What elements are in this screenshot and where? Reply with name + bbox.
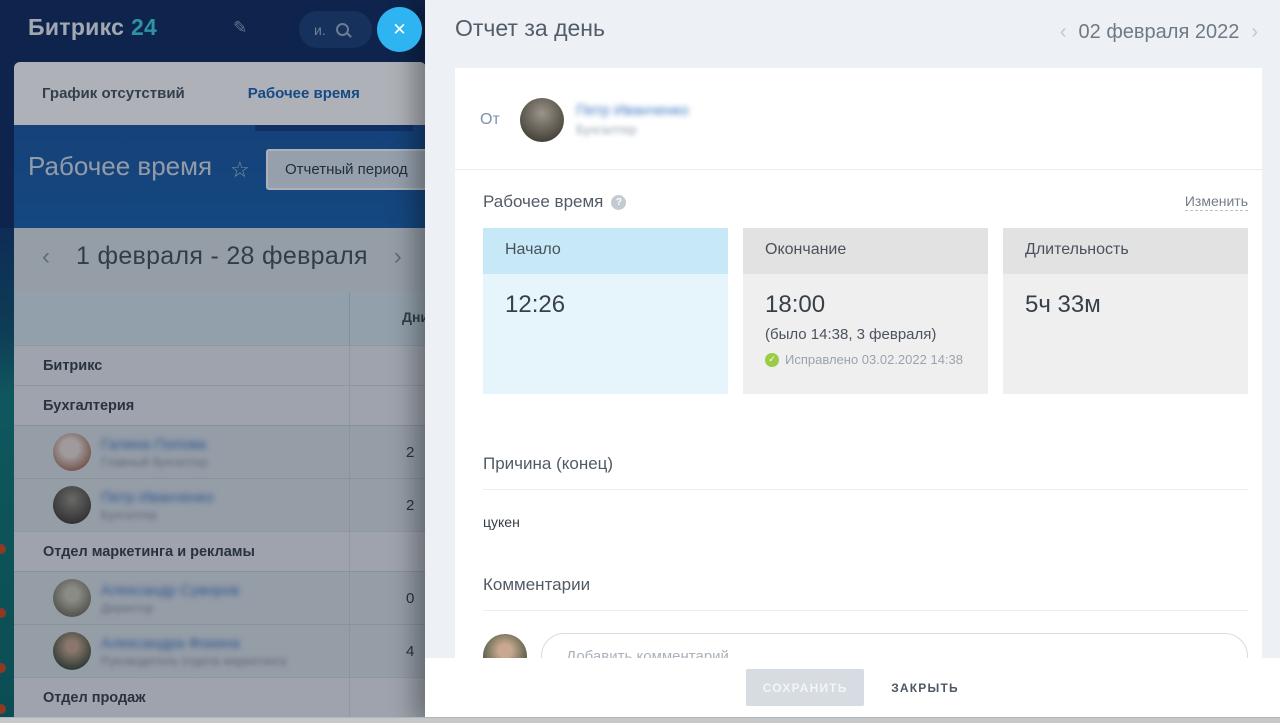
chevron-left-icon[interactable]: ‹ [1060, 21, 1067, 44]
report-card: От Петр Иванченко Бухгалтер Кому Галина … [455, 68, 1262, 658]
save-button[interactable]: СОХРАНИТЬ [746, 669, 864, 706]
reason-section-title: Причина (конец) [483, 454, 1248, 474]
help-icon[interactable]: ? [611, 195, 626, 210]
fixed-note: Исправлено 03.02.2022 14:38 [785, 352, 963, 367]
from-block: От Петр Иванченко Бухгалтер [480, 86, 871, 153]
from-label: От [480, 111, 506, 129]
comments-section-title: Комментарии [483, 575, 1248, 595]
from-to-row: От Петр Иванченко Бухгалтер Кому Галина … [455, 68, 1262, 169]
day-date-label: 02 февраля 2022 [1079, 21, 1240, 44]
end-time-value: 18:00 [765, 291, 970, 319]
divider [483, 489, 1248, 490]
end-time-previous-note: (было 14:38, 3 февраля) [765, 326, 970, 343]
from-user-link[interactable]: Петр Иванченко [576, 102, 689, 119]
duration-card-header: Длительность [1003, 228, 1248, 274]
dim-overlay [0, 0, 426, 723]
end-time-card: Окончание 18:00 (было 14:38, 3 февраля) … [743, 228, 988, 394]
divider [483, 610, 1248, 611]
from-user-title: Бухгалтер [576, 122, 689, 137]
start-time-card: Начало 12:26 [483, 228, 728, 394]
reason-section: Причина (конец) цукен [455, 454, 1262, 530]
close-panel-button[interactable]: ✕ [377, 7, 422, 52]
check-icon: ✓ [765, 353, 779, 367]
close-button[interactable]: ЗАКРЫТЬ [891, 681, 959, 695]
comments-section: Комментарии [455, 575, 1262, 658]
close-icon: ✕ [392, 20, 406, 40]
screen: Битрикс 24 ✎ и. График отсутствий Рабоче… [0, 0, 1280, 723]
chevron-right-icon[interactable]: › [1251, 21, 1258, 44]
worktime-section-title: Рабочее время [483, 192, 603, 212]
day-report-panel: ✕ Отчет за день ‹ 02 февраля 2022 › От П… [425, 0, 1280, 723]
edit-link[interactable]: Изменить [1185, 193, 1248, 211]
start-time-value: 12:26 [505, 291, 710, 319]
reason-text: цукен [483, 514, 1248, 530]
worktime-section: Рабочее время ? Изменить Начало 12:26 Ок… [455, 170, 1262, 394]
panel-footer: СОХРАНИТЬ ЗАКРЫТЬ [425, 658, 1280, 717]
avatar[interactable] [520, 98, 564, 142]
to-block: Кому Галина Попова Главный бухгалтер [871, 86, 1262, 153]
panel-title: Отчет за день [455, 15, 605, 42]
horizontal-scrollbar[interactable] [0, 717, 1280, 723]
start-card-header: Начало [483, 228, 728, 274]
duration-card: Длительность 5ч 33м [1003, 228, 1248, 394]
day-date-nav: ‹ 02 февраля 2022 › [1060, 21, 1258, 44]
add-comment-input[interactable] [541, 633, 1248, 658]
duration-value: 5ч 33м [1025, 291, 1230, 319]
avatar [483, 634, 527, 658]
end-card-header: Окончание [743, 228, 988, 274]
